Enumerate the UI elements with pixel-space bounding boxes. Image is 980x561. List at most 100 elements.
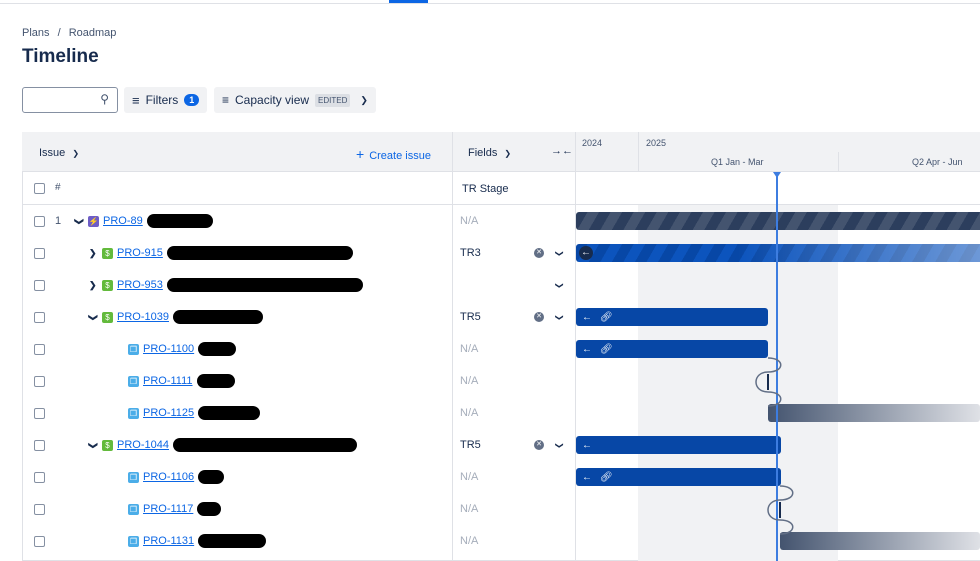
- redacted-summary: [198, 342, 237, 356]
- redacted-summary: [197, 502, 222, 516]
- table-row[interactable]: ❒ PRO-1106 N/A: [22, 461, 575, 493]
- row-checkbox[interactable]: [34, 375, 45, 387]
- select-all-checkbox[interactable]: [34, 183, 45, 194]
- subtask-icon: ❒: [128, 535, 139, 547]
- row-checkbox[interactable]: [34, 535, 45, 547]
- field-dropdown-chevron-icon[interactable]: ❯: [555, 282, 564, 289]
- top-nav-border: [0, 3, 980, 4]
- arrow-left-icon[interactable]: ←: [579, 246, 593, 260]
- redacted-summary: [146, 214, 213, 228]
- row-checkbox[interactable]: [34, 215, 45, 227]
- timeline-bar[interactable]: ←: [576, 244, 980, 262]
- issue-key-link[interactable]: PRO-1125: [143, 407, 194, 419]
- story-icon: $: [102, 279, 113, 291]
- timeline-bar[interactable]: [780, 532, 980, 550]
- issue-column-header[interactable]: Issue ❯: [39, 147, 79, 159]
- search-icon: ⚲: [100, 92, 109, 106]
- issue-key-link[interactable]: PRO-915: [117, 247, 163, 259]
- tr-stage-value[interactable]: N/A: [460, 535, 478, 547]
- expand-chevron-icon[interactable]: ❯: [89, 248, 97, 259]
- table-row[interactable]: ❒ PRO-1125 N/A: [22, 397, 575, 429]
- link-icon: 🔗︎: [600, 311, 613, 323]
- issue-key-link[interactable]: PRO-1039: [117, 311, 169, 323]
- timeline-bar[interactable]: ← 🔗︎: [576, 308, 768, 326]
- issue-key-link[interactable]: PRO-953: [117, 279, 163, 291]
- view-selector-button[interactable]: ≡ Capacity view EDITED ❯: [214, 87, 376, 113]
- issue-key-link[interactable]: PRO-1044: [117, 439, 169, 451]
- table-row[interactable]: ❒ PRO-1117 N/A: [22, 493, 575, 525]
- clear-field-icon[interactable]: ✕: [534, 248, 544, 258]
- story-icon: $: [102, 247, 113, 259]
- collapse-fields-icon[interactable]: →←: [551, 145, 573, 157]
- row-checkbox[interactable]: [34, 247, 45, 259]
- field-dropdown-chevron-icon[interactable]: ❯: [555, 442, 564, 449]
- issue-key-link[interactable]: PRO-1111: [143, 375, 193, 387]
- capacity-view-icon: ≡: [222, 93, 230, 107]
- year-2024: 2024: [582, 138, 603, 148]
- number-column-header: #: [55, 182, 61, 193]
- subtask-icon: ❒: [128, 407, 139, 419]
- tr-stage-value[interactable]: N/A: [460, 343, 478, 355]
- expand-chevron-icon[interactable]: ❯: [89, 280, 97, 291]
- table-row[interactable]: ❒ PRO-1100 N/A: [22, 333, 575, 365]
- tr-stage-value[interactable]: TR5: [460, 311, 481, 323]
- filter-icon: ≡: [132, 92, 140, 108]
- tr-stage-value[interactable]: N/A: [460, 471, 478, 483]
- filters-button[interactable]: ≡ Filters 1: [124, 87, 208, 113]
- filters-count-badge: 1: [184, 94, 200, 106]
- redacted-summary: [198, 470, 225, 484]
- create-issue-button[interactable]: + Create issue: [356, 146, 431, 162]
- row-checkbox[interactable]: [34, 407, 45, 419]
- expand-chevron-icon[interactable]: ❯: [87, 441, 98, 449]
- timeline-bar[interactable]: [576, 212, 980, 230]
- expand-chevron-icon[interactable]: ❯: [87, 313, 98, 321]
- redacted-summary: [172, 438, 357, 452]
- fields-dropdown[interactable]: Fields ❯: [468, 147, 511, 159]
- clear-field-icon[interactable]: ✕: [534, 312, 544, 322]
- row-checkbox[interactable]: [34, 503, 45, 515]
- breadcrumb-plans[interactable]: Plans: [22, 27, 50, 39]
- row-checkbox[interactable]: [34, 471, 45, 483]
- tr-stage-value[interactable]: N/A: [460, 407, 478, 419]
- tr-stage-value[interactable]: TR3: [460, 247, 481, 259]
- issue-key-link[interactable]: PRO-1100: [143, 343, 194, 355]
- field-dropdown-chevron-icon[interactable]: ❯: [555, 314, 564, 321]
- subtask-icon: ❒: [128, 375, 139, 387]
- table-row[interactable]: ❯ $ PRO-953 ❯: [22, 269, 575, 301]
- tr-stage-value[interactable]: N/A: [460, 215, 478, 227]
- field-dropdown-chevron-icon[interactable]: ❯: [555, 250, 564, 257]
- row-checkbox[interactable]: [34, 343, 45, 355]
- issue-key-link[interactable]: PRO-1117: [143, 503, 193, 515]
- subtask-icon: ❒: [128, 503, 139, 515]
- tr-stage-value[interactable]: N/A: [460, 503, 478, 515]
- table-row[interactable]: ❒ PRO-1111 N/A: [22, 365, 575, 397]
- tr-stage-value[interactable]: TR5: [460, 439, 481, 451]
- search-input[interactable]: ⚲: [22, 87, 118, 113]
- expand-chevron-icon[interactable]: ❯: [73, 217, 84, 225]
- redacted-summary: [198, 534, 267, 548]
- row-checkbox[interactable]: [34, 439, 45, 451]
- epic-icon: ⚡: [88, 215, 99, 227]
- divider: [638, 132, 639, 172]
- redacted-summary: [172, 310, 263, 324]
- tr-stage-value[interactable]: N/A: [460, 375, 478, 387]
- row-checkbox[interactable]: [34, 311, 45, 323]
- issue-key-link[interactable]: PRO-1106: [143, 471, 194, 483]
- breadcrumb-roadmap[interactable]: Roadmap: [69, 27, 117, 39]
- redacted-summary: [196, 374, 235, 388]
- issue-key-link[interactable]: PRO-1131: [143, 535, 194, 547]
- clear-field-icon[interactable]: ✕: [534, 440, 544, 450]
- row-checkbox[interactable]: [34, 279, 45, 291]
- table-row[interactable]: 1 ❯ ⚡ PRO-89 N/A: [22, 205, 575, 237]
- table-row[interactable]: ❯ $ PRO-915 TR3 ✕ ❯: [22, 237, 575, 269]
- arrow-left-icon[interactable]: ←: [582, 312, 592, 323]
- arrow-left-icon[interactable]: ←: [582, 344, 592, 355]
- table-row[interactable]: ❒ PRO-1131 N/A: [22, 525, 575, 557]
- table-row[interactable]: ❯ $ PRO-1044 TR5 ✕ ❯: [22, 429, 575, 461]
- tr-stage-column-header: TR Stage: [462, 183, 509, 195]
- arrow-left-icon[interactable]: ←: [582, 440, 592, 451]
- arrow-left-icon[interactable]: ←: [582, 472, 592, 483]
- breadcrumb: Plans / Roadmap: [22, 27, 116, 39]
- issue-key-link[interactable]: PRO-89: [103, 215, 143, 227]
- table-row[interactable]: ❯ $ PRO-1039 TR5 ✕ ❯: [22, 301, 575, 333]
